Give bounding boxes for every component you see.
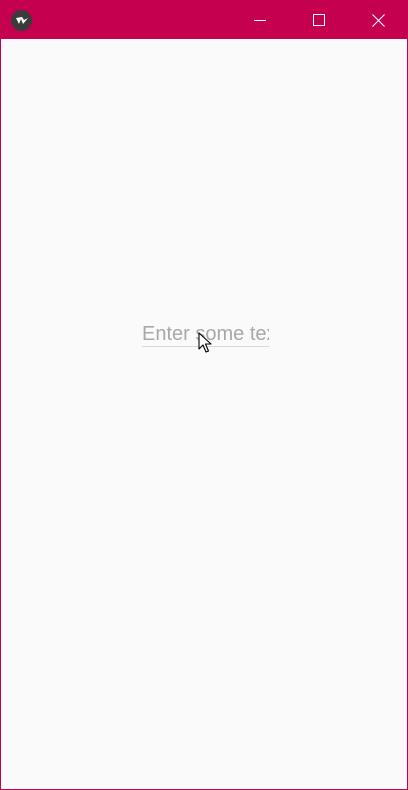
maximize-button[interactable] [290,1,348,39]
minimize-icon [254,20,266,21]
maximize-icon [313,14,325,26]
title-bar[interactable] [1,1,407,39]
close-icon [371,13,385,27]
close-button[interactable] [349,1,407,39]
minimize-button[interactable] [231,1,289,39]
app-window [0,0,408,790]
main-content [1,39,407,789]
text-input[interactable] [142,322,269,347]
kivy-logo-icon [11,10,32,31]
